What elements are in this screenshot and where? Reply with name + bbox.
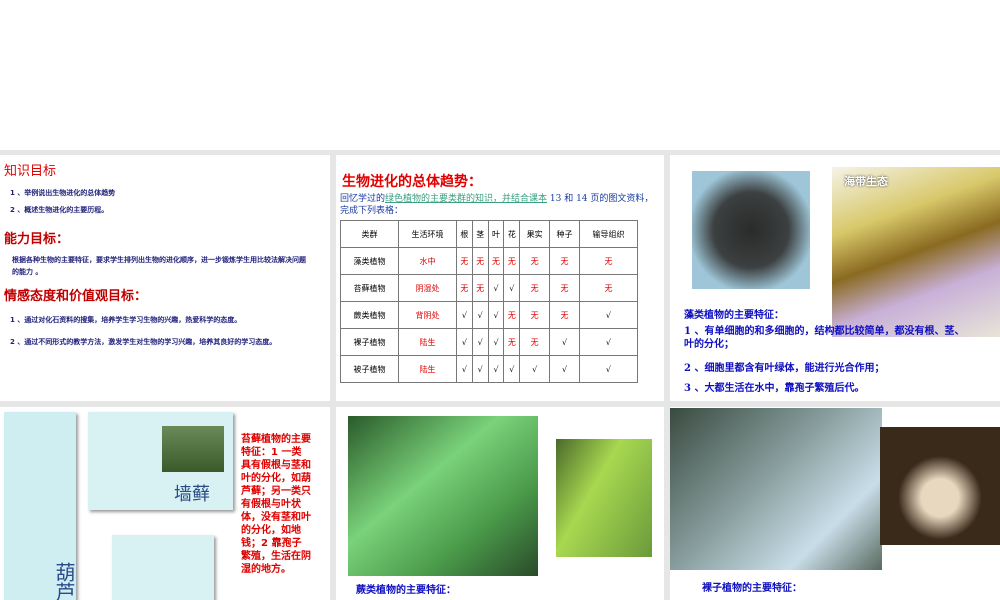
- ability-text: 根据各种生物的主要特征，要求学生排列出生物的进化顺序，进一步锻炼学生用比较法解决…: [12, 256, 306, 276]
- moss-features-text: 苔藓植物的主要特征：1 一类具有假根与茎和叶的分化，如葫芦藓；另一类只有假根与叶…: [241, 434, 311, 575]
- table-cell: √: [549, 355, 580, 383]
- image-label: 墙藓: [174, 484, 210, 505]
- table-cell: √: [519, 355, 551, 383]
- kelp-ecology-image: 海带生态: [832, 167, 1000, 337]
- ability-title: 能力目标：: [4, 232, 70, 247]
- slide-title: 蕨类植物的主要特征：: [356, 585, 456, 596]
- table-cell: √: [471, 355, 489, 383]
- table-cell: √: [578, 355, 639, 383]
- table-row: 蕨类植物 背阴处 √ √ √ 无无无 √: [340, 301, 639, 329]
- table-cell: 无: [549, 274, 580, 302]
- table-cell: √: [487, 274, 505, 302]
- table-cell: 无: [503, 301, 521, 329]
- slide-2-evolution-table[interactable]: 生物进化的总体趋势： 回忆学过的绿色植物的主要类群的知识，并结合课本 13 和 …: [336, 155, 664, 401]
- table-cell: √: [471, 328, 489, 356]
- table-cell: 无: [549, 247, 580, 275]
- values-item: 2 、通过不同形式的教学方法，激发学生对生物的学习兴趣，培养其良好的学习态度。: [10, 338, 277, 346]
- tree-fern-image: [348, 416, 538, 576]
- column-header: 类群: [340, 220, 399, 248]
- table-cell: √: [503, 274, 521, 302]
- slide-title: 藻类植物的主要特征：: [684, 310, 784, 321]
- algae-cells-image: [692, 171, 810, 289]
- table-cell: 蕨类植物: [340, 301, 399, 329]
- slide-6-gymnosperms[interactable]: 裸子植物的主要特征：: [670, 407, 1000, 600]
- feature-item: 2 、细胞里都含有叶绿体，能进行光合作用；: [684, 363, 885, 374]
- intro-text: 回忆学过的绿色植物的主要类群的知识，并结合课本 13 和 14 页的图文资料，完…: [340, 193, 658, 217]
- slide-4-moss[interactable]: 葫芦 墙藓 苔藓植物的主要特征：1 一类具有假根与茎和叶的分化，如葫芦藓；另一类…: [0, 407, 330, 600]
- column-header: 种子: [549, 220, 580, 248]
- table-cell: 陆生: [397, 355, 457, 383]
- knowledge-item: 1 、举例说出生物进化的总体趋势: [10, 189, 116, 197]
- table-cell: 背阴处: [397, 301, 457, 329]
- table-cell: 无: [471, 247, 489, 275]
- table-cell: 无: [578, 274, 639, 302]
- table-cell: √: [503, 355, 521, 383]
- column-header: 茎: [471, 220, 489, 248]
- table-cell: 无: [471, 274, 489, 302]
- table-header-row: 类群 生活环境根茎叶花果实 种子 输导组织: [340, 220, 639, 248]
- table-cell: √: [578, 301, 639, 329]
- column-header: 根: [455, 220, 473, 248]
- table-cell: 裸子植物: [340, 328, 399, 356]
- pine-image: [670, 408, 882, 570]
- slide-title: 裸子植物的主要特征：: [702, 583, 802, 594]
- liverwort-image: [112, 535, 214, 600]
- column-header: 花: [503, 220, 521, 248]
- table-cell: √: [455, 328, 473, 356]
- column-header: 输导组织: [578, 220, 639, 248]
- table-row: 裸子植物 陆生 √ √ √ 无无 √ √: [340, 328, 639, 356]
- table-cell: 无: [549, 301, 580, 329]
- slide-1-objectives[interactable]: 知识目标 1 、举例说出生物进化的总体趋势 2 、概述生物进化的主要历程。 能力…: [0, 155, 330, 401]
- feature-item: 1 、有单细胞的和多细胞的，结构都比较简单，都没有根、茎、叶的分化；: [684, 326, 965, 350]
- table-cell: √: [471, 301, 489, 329]
- knowledge-title: 知识目标: [4, 164, 57, 179]
- column-header: 生活环境: [397, 220, 457, 248]
- table-cell: √: [578, 328, 639, 356]
- slide-5-ferns[interactable]: 蕨类植物的主要特征：: [336, 407, 664, 600]
- table-cell: 无: [503, 247, 521, 275]
- knowledge-item: 2 、概述生物进化的主要历程。: [10, 206, 109, 214]
- table-cell: 无: [578, 247, 639, 275]
- table-cell: 陆生: [397, 328, 457, 356]
- values-item: 1 、通过对化石资料的搜集，培养学生学习生物的兴趣，热爱科学的态度。: [10, 316, 242, 324]
- table-cell: 无: [519, 328, 551, 356]
- column-header: 果实: [519, 220, 551, 248]
- table-cell: 无: [519, 301, 551, 329]
- intro-a: 回忆学过的: [340, 194, 386, 204]
- values-title: 情感态度和价值观目标：: [4, 289, 148, 304]
- intro-link[interactable]: 绿色植物的主要类群的知识，并结合课本: [385, 194, 547, 204]
- table-cell: 无: [519, 247, 551, 275]
- image-label: 葫芦: [52, 562, 76, 600]
- slide-title: 生物进化的总体趋势：: [342, 174, 482, 190]
- table-cell: 被子植物: [340, 355, 399, 383]
- table-row: 被子植物 陆生 √ √ √ √ √ √ √: [340, 355, 639, 383]
- hulu-moss-image: 葫芦: [4, 412, 76, 600]
- table-cell: √: [487, 328, 505, 356]
- column-header: 叶: [487, 220, 505, 248]
- table-cell: 阴湿处: [397, 274, 457, 302]
- table-row: 苔藓植物 阴湿处无无 √ √ 无无无: [340, 274, 639, 302]
- fern-leaf-image: [556, 439, 652, 557]
- table-cell: √: [549, 328, 580, 356]
- table-cell: 苔藓植物: [340, 274, 399, 302]
- wall-moss-image: 墙藓: [88, 412, 233, 510]
- table-cell: 无: [455, 247, 473, 275]
- slide-3-algae[interactable]: 海带生态 藻类植物的主要特征： 1 、有单细胞的和多细胞的，结构都比较简单，都没…: [670, 155, 1000, 401]
- table-cell: √: [487, 301, 505, 329]
- table-cell: 无: [487, 247, 505, 275]
- table-cell: 无: [503, 328, 521, 356]
- table-row: 藻类植物 水中无无无无无无无: [340, 247, 639, 275]
- ginkgo-image: [880, 427, 1000, 545]
- image-label: 海带生态: [844, 175, 888, 188]
- feature-item: 3 、大都生活在水中，靠孢子繁殖后代。: [684, 383, 865, 394]
- table-cell: 藻类植物: [340, 247, 399, 275]
- table-cell: 水中: [397, 247, 457, 275]
- plant-table: 类群 生活环境根茎叶花果实 种子 输导组织 藻类植物 水中无无无无无无无苔藓植物 阴湿处无无…: [340, 220, 639, 383]
- table-cell: 无: [519, 274, 551, 302]
- table-cell: √: [455, 301, 473, 329]
- table-cell: √: [487, 355, 505, 383]
- table-cell: √: [455, 355, 473, 383]
- table-cell: 无: [455, 274, 473, 302]
